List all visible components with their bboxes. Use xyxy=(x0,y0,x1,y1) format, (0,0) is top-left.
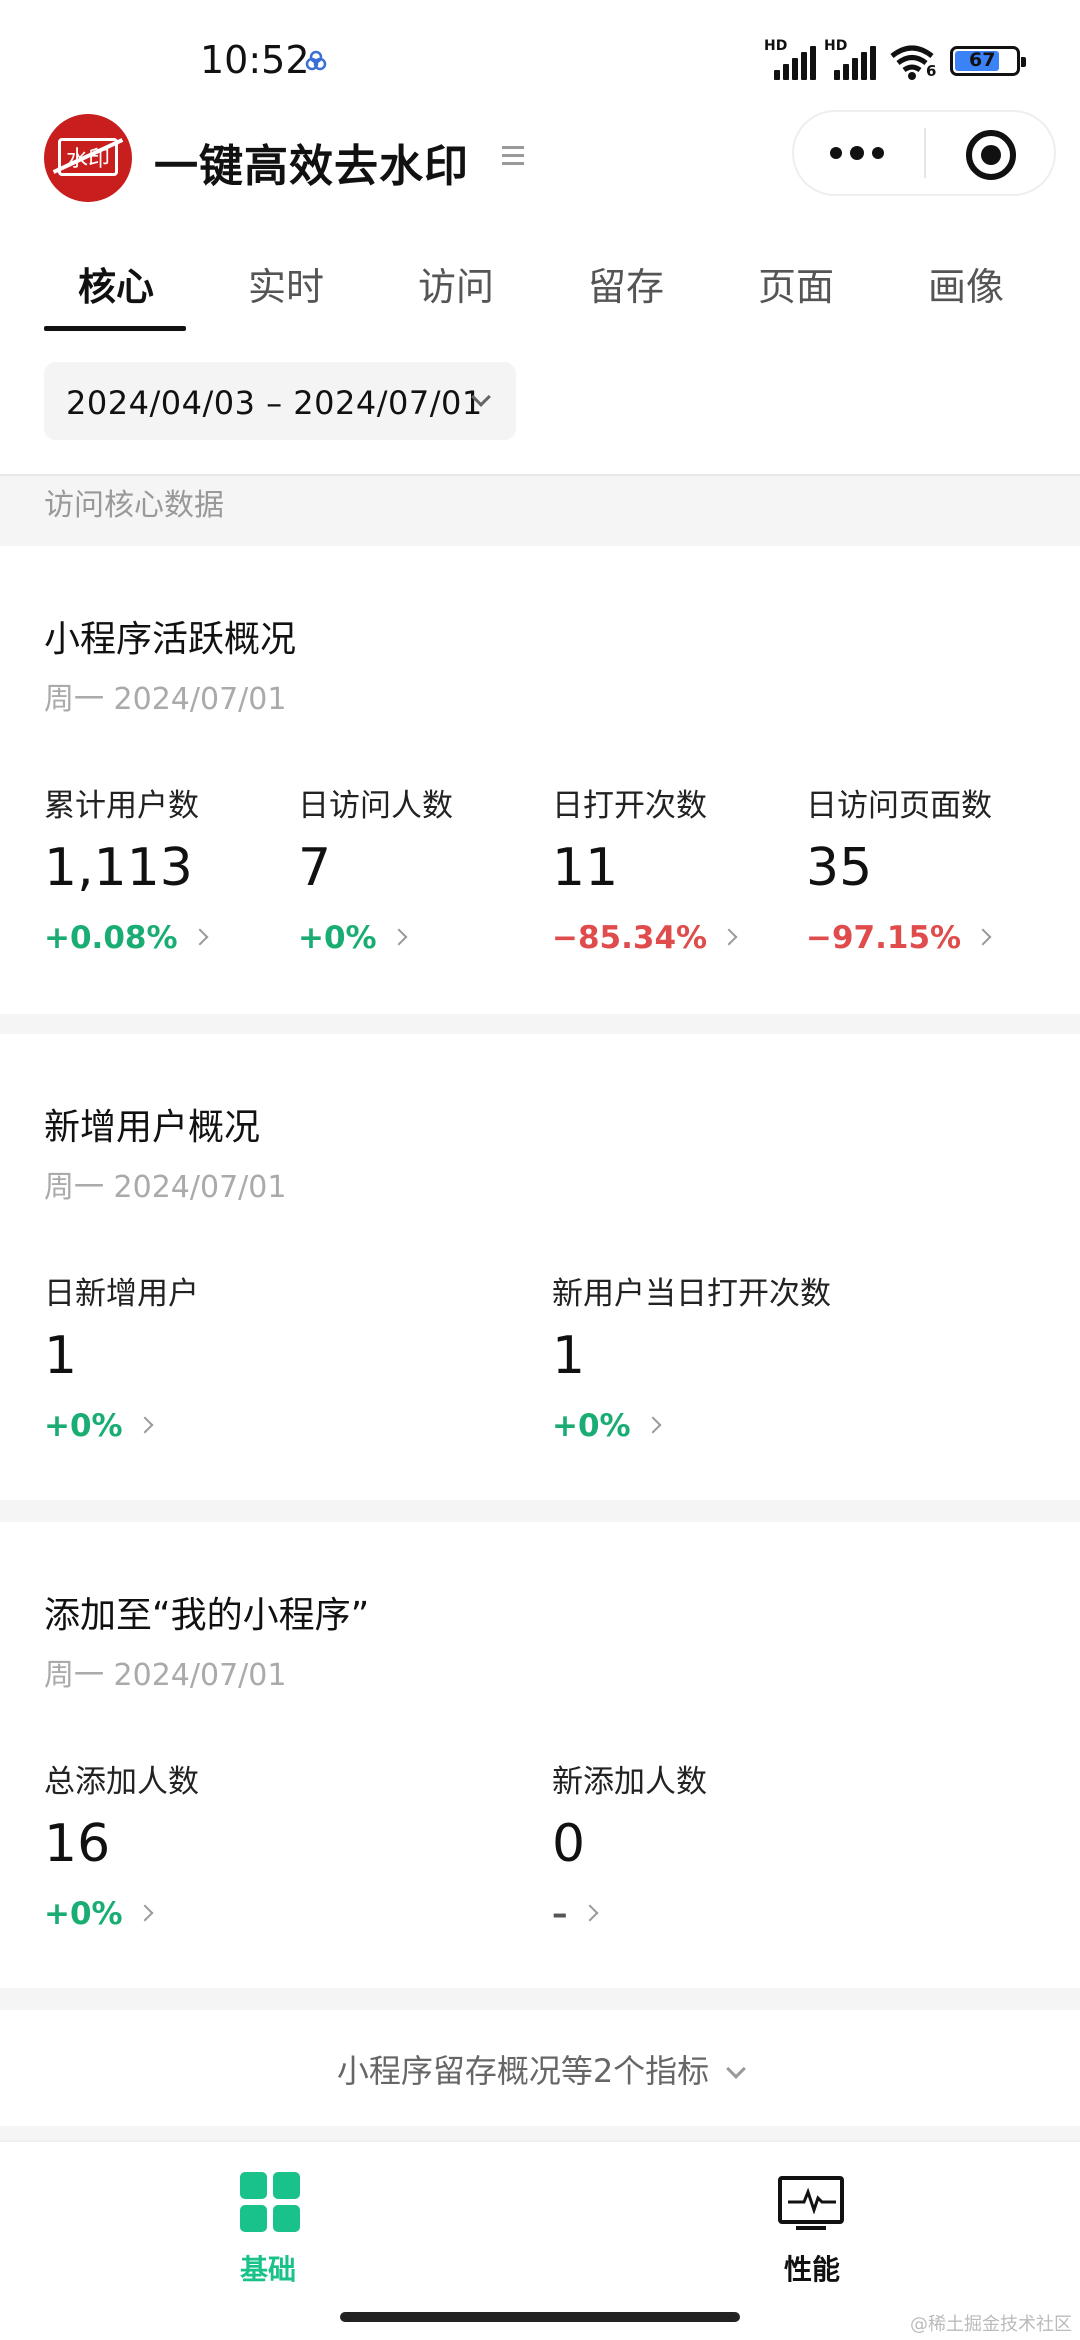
more-options-icon[interactable] xyxy=(830,146,884,160)
tab-retention[interactable]: 留存 xyxy=(556,256,696,311)
battery-icon: 67 xyxy=(950,46,1026,76)
more-metrics-text[interactable]: 小程序留存概况等2个指标 xyxy=(0,2046,1080,2092)
network-type-label: HD xyxy=(764,38,788,54)
menu-icon[interactable] xyxy=(502,146,524,168)
home-indicator[interactable] xyxy=(340,2312,740,2322)
chevron-right-icon xyxy=(191,928,209,945)
tab-core[interactable]: 核心 xyxy=(46,256,186,311)
close-miniprogram-icon[interactable] xyxy=(966,130,1016,180)
metric-value: 1,113 xyxy=(44,838,193,898)
chevron-right-icon xyxy=(720,928,738,945)
metric-label: 累计用户数 xyxy=(44,788,199,824)
metric-label: 日访问页面数 xyxy=(806,788,992,824)
capsule-divider xyxy=(924,128,926,178)
metric-value: 1 xyxy=(552,1326,586,1386)
grid-icon[interactable] xyxy=(240,2172,300,2232)
metric-label: 日打开次数 xyxy=(552,788,707,824)
wifi-sub-label: 6 xyxy=(926,62,937,80)
tab-realtime[interactable]: 实时 xyxy=(216,256,356,311)
status-time: 10:52 xyxy=(200,38,310,82)
nav-basic-label[interactable]: 基础 xyxy=(240,2248,296,2288)
metric-change[interactable]: – xyxy=(552,1896,598,1932)
chevron-right-icon xyxy=(974,928,992,945)
metric-change[interactable]: −85.34% xyxy=(552,920,738,956)
added-to-my-miniprogram-card: 添加至“我的小程序” 周一 2024/07/01 总添加人数 16 +0% 新添… xyxy=(0,1522,1080,1988)
cellular-signal-icon-2: HD xyxy=(824,38,880,80)
tab-portrait[interactable]: 画像 xyxy=(896,256,1036,311)
card-date: 周一 2024/07/01 xyxy=(44,1170,287,1205)
metric-label: 日新增用户 xyxy=(44,1276,199,1312)
metric-value: 7 xyxy=(298,838,332,898)
chevron-right-icon xyxy=(390,928,408,945)
active-overview-card: 小程序活跃概况 周一 2024/07/01 累计用户数 1,113 +0.08%… xyxy=(0,546,1080,1014)
metric-value: 16 xyxy=(44,1814,111,1874)
chevron-right-icon xyxy=(136,1416,154,1433)
app-title: 一键高效去水印 xyxy=(154,141,469,192)
app-logo: 水印 xyxy=(44,114,132,202)
network-type-label-2: HD xyxy=(824,38,848,54)
tab-visit[interactable]: 访问 xyxy=(386,256,526,311)
metric-label: 总添加人数 xyxy=(44,1764,199,1800)
monitor-stand xyxy=(796,2226,826,2230)
metric-value: 11 xyxy=(552,838,619,898)
nav-performance-label[interactable]: 性能 xyxy=(784,2248,840,2288)
metric-value: 35 xyxy=(806,838,873,898)
chevron-right-icon xyxy=(581,1904,598,1921)
metric-change[interactable]: +0% xyxy=(298,920,408,956)
chevron-right-icon xyxy=(644,1416,662,1433)
chevron-right-icon xyxy=(136,1904,154,1921)
metric-label: 新添加人数 xyxy=(552,1764,707,1800)
section-label: 访问核心数据 xyxy=(44,488,224,523)
new-users-card: 新增用户概况 周一 2024/07/01 日新增用户 1 +0% 新用户当日打开… xyxy=(0,1034,1080,1500)
metric-change[interactable]: +0.08% xyxy=(44,920,209,956)
monitor-icon[interactable] xyxy=(778,2176,844,2224)
metric-label: 日访问人数 xyxy=(298,788,453,824)
metric-change[interactable]: +0% xyxy=(44,1408,154,1444)
metric-label: 新用户当日打开次数 xyxy=(552,1276,831,1312)
card-date: 周一 2024/07/01 xyxy=(44,1658,287,1693)
metric-value: 1 xyxy=(44,1326,78,1386)
battery-level: 67 xyxy=(969,49,996,71)
chevron-down-icon xyxy=(726,2059,747,2079)
date-range-text: 2024/04/03 – 2024/07/01 xyxy=(66,384,483,422)
metric-value: 0 xyxy=(552,1814,586,1874)
tab-indicator xyxy=(44,326,186,331)
metric-change[interactable]: +0% xyxy=(552,1408,662,1444)
app-notification-icon xyxy=(305,50,327,71)
card-title: 新增用户概况 xyxy=(44,1107,261,1148)
metric-change[interactable]: +0% xyxy=(44,1896,154,1932)
card-title: 添加至“我的小程序” xyxy=(44,1595,370,1636)
watermark-text: @稀土掘金技术社区 xyxy=(910,2314,1072,2335)
tab-page[interactable]: 页面 xyxy=(726,256,866,311)
card-title: 小程序活跃概况 xyxy=(44,619,297,660)
card-date: 周一 2024/07/01 xyxy=(44,682,287,717)
metric-change[interactable]: −97.15% xyxy=(806,920,992,956)
cellular-signal-icon: HD xyxy=(764,38,820,80)
